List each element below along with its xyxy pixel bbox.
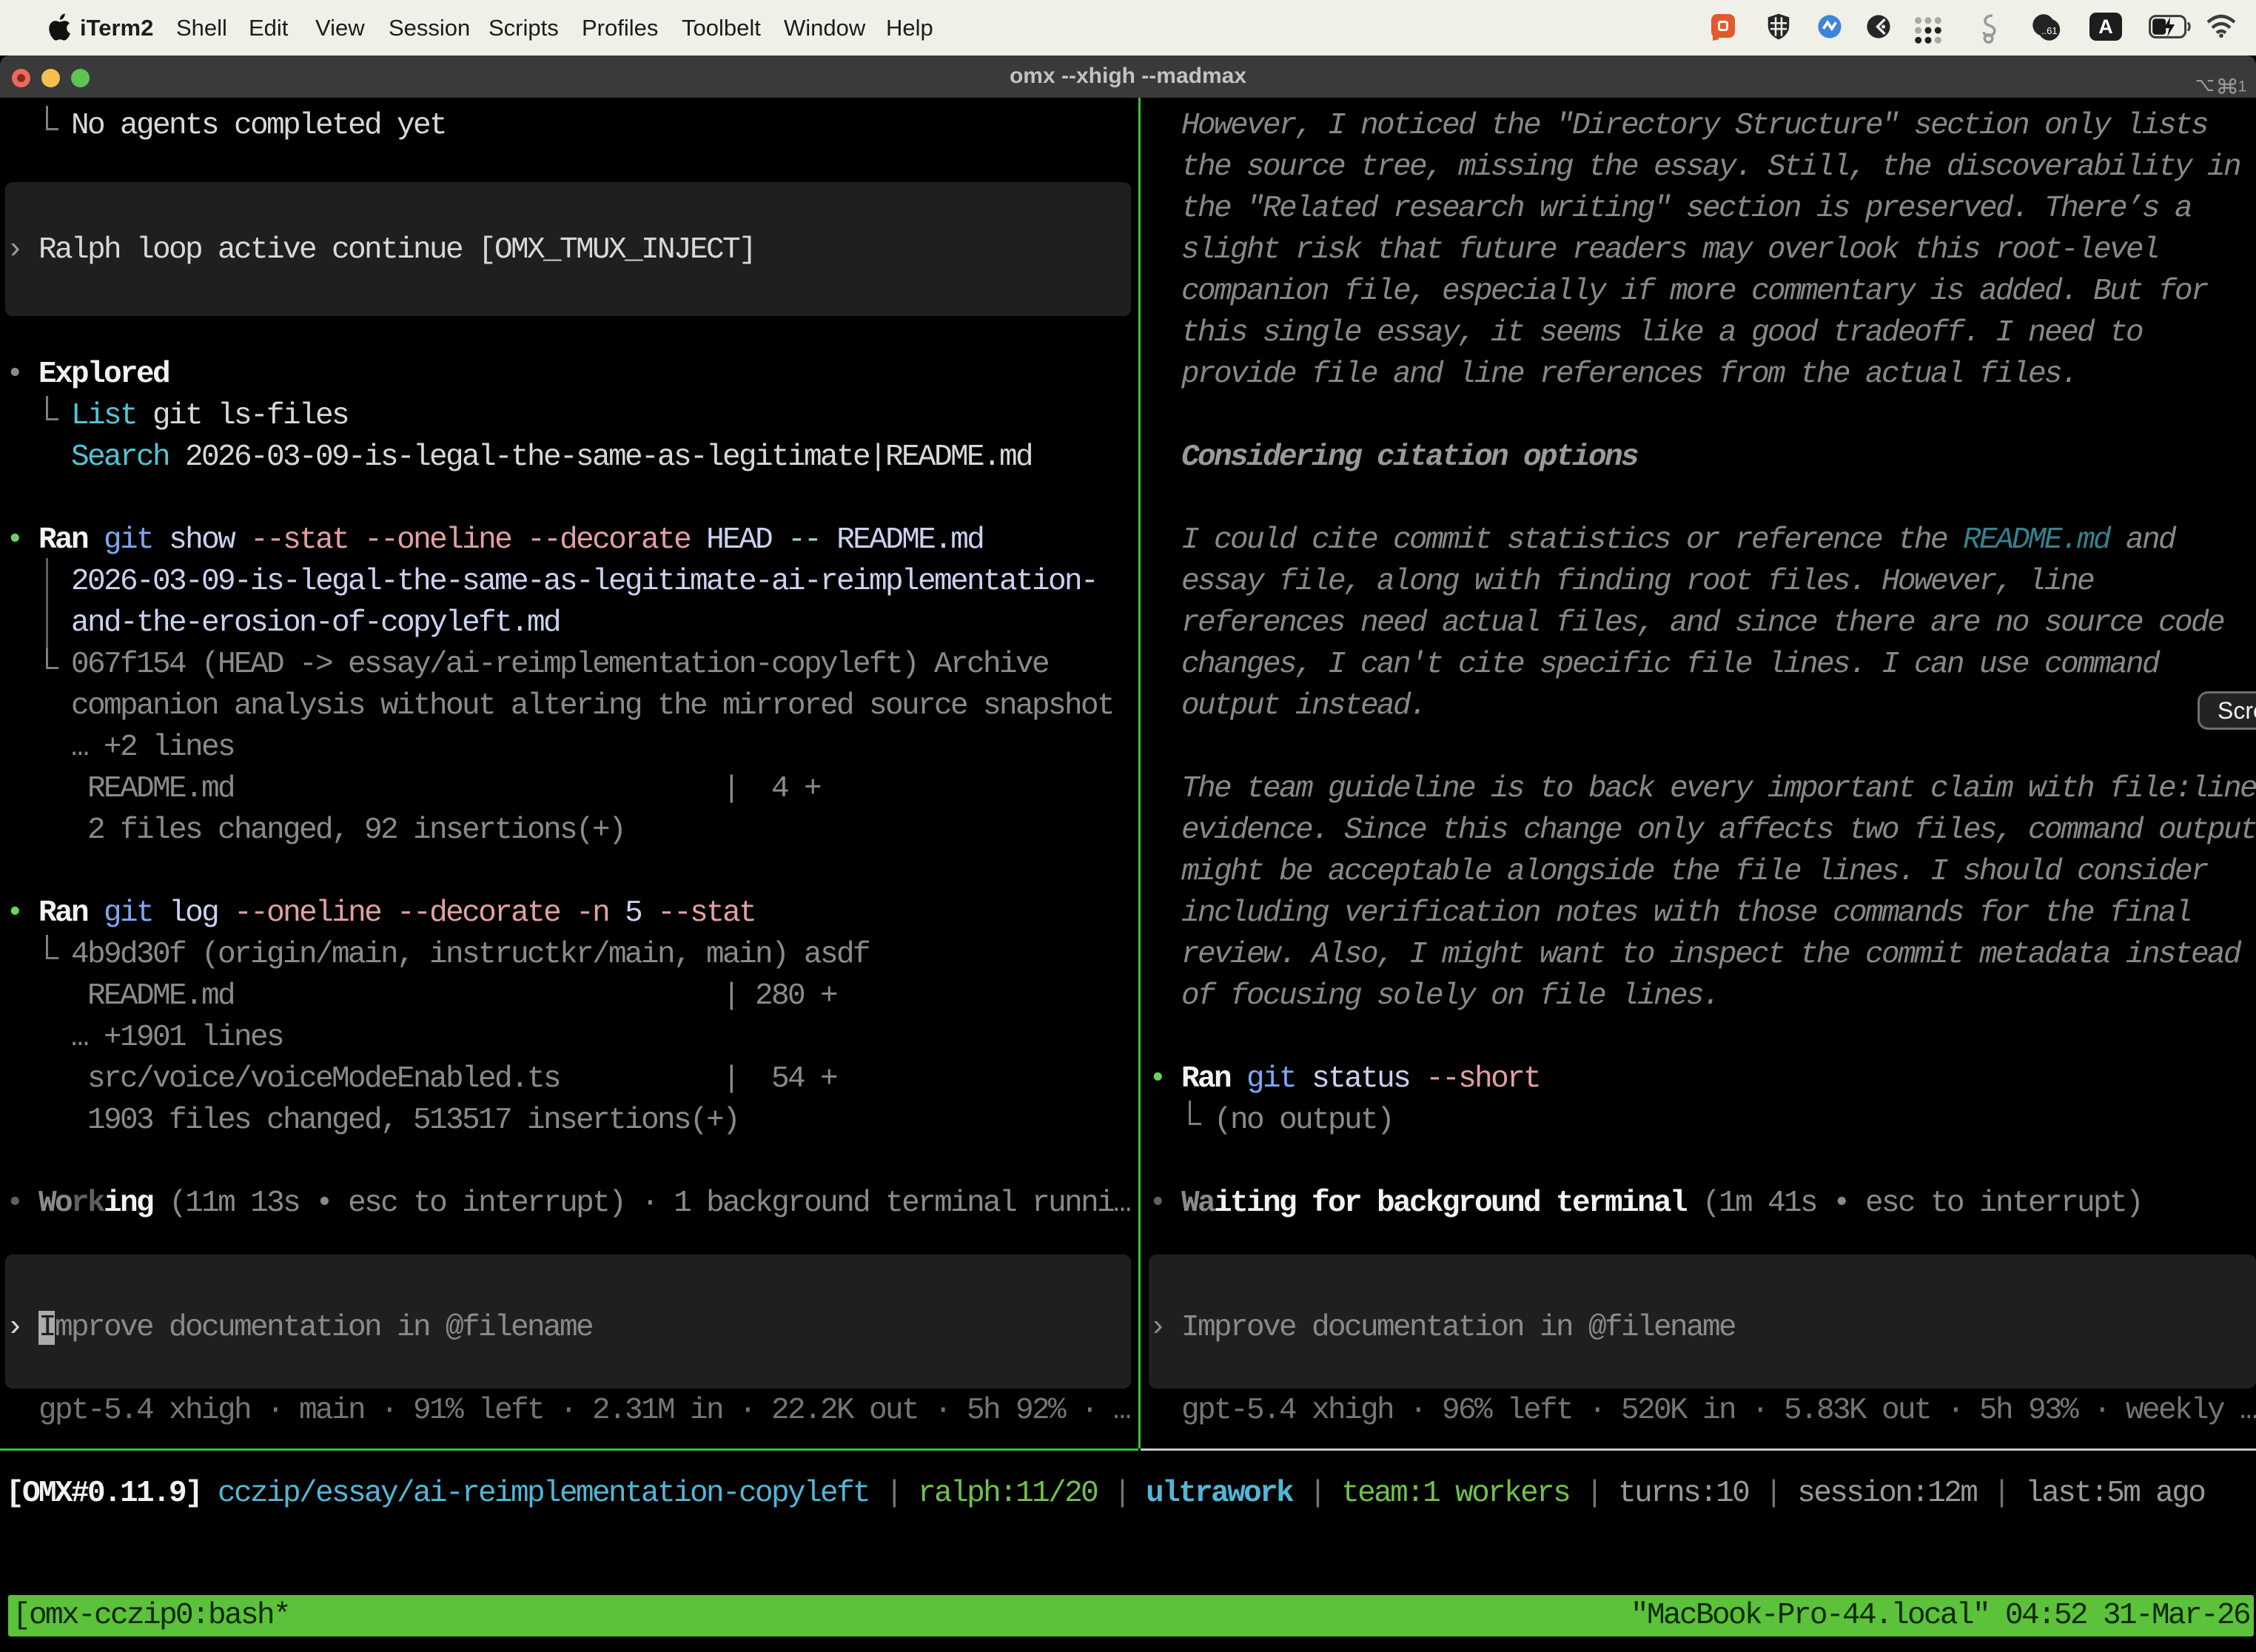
svg-text:1: 1 <box>2238 78 2247 95</box>
svg-text:..61: ..61 <box>2041 25 2058 36</box>
